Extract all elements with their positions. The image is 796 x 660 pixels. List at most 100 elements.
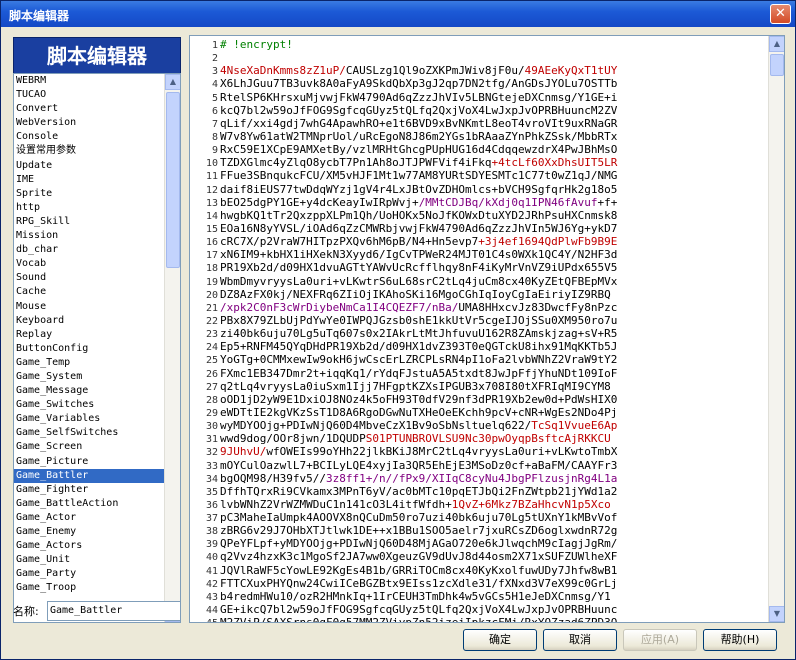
code-line: 7 qLif/xxi4gdj7whG4ApawhRO+e1t6BVD9xBvNKm… [190, 117, 768, 130]
line-number: 24 [205, 342, 218, 354]
code-line: 14 hwgbKQ1tTr2QxzppXLPm1Qh/UoHOKx5NoJfKOW… [190, 209, 768, 222]
script-list-item[interactable]: Game_Picture [14, 455, 164, 469]
code-text: 1QvZ+6Mkz7BZaHhcvN1p5Xco [451, 497, 611, 511]
line-number: 25 [205, 355, 218, 367]
script-list-item[interactable]: Game_Troop [14, 581, 164, 595]
close-button[interactable]: ✕ [770, 4, 791, 24]
script-list-item[interactable]: Convert [14, 102, 164, 116]
code-line: 18 PR19Xb2d/d09HX1dvuAGTtYAWvUcRcfflhqy8n… [190, 261, 768, 274]
app-logo: 脚本编辑器 [13, 37, 181, 75]
script-list-item[interactable]: Cache [14, 285, 164, 299]
apply-button[interactable]: 应用(A) [623, 629, 697, 651]
script-list-item[interactable]: Game_Actor [14, 511, 164, 525]
scroll-down-icon[interactable]: ▼ [769, 606, 784, 622]
script-list-item[interactable]: Game_Variables [14, 412, 164, 426]
code-line: 39 QPeYFLpf+yMDYOOjg+PDIwNjQ60D48MjAGaO72… [190, 537, 768, 550]
script-list-item[interactable]: Sound [14, 271, 164, 285]
line-number: 18 [205, 263, 218, 275]
title-bar[interactable]: 脚本编辑器 ✕ [1, 1, 795, 27]
code-line: 34 bgOQM98/H39fv5//3z8ff1+/n//fPx9/XIIqC8… [190, 472, 768, 485]
script-list-item[interactable]: Mouse [14, 300, 164, 314]
code-text: /xpk2C0nF3cWrDiybeNmCa1I4CQEZF7/nBa/ [220, 300, 459, 314]
script-list-item[interactable]: Console [14, 130, 164, 144]
script-list-items: WEBRM TUCAO Convert WebVersion Console 设置常用参数… [14, 74, 164, 595]
code-text: hwgbKQ1tTr2QxzppXLPm1Qh/UoHOKx5NoJfKOWxD… [220, 208, 618, 222]
code-line: 10 TZDXGlmc4yZlqO8ycbT7Pn1Ah8oJTJPWFVif4i… [190, 156, 768, 169]
code-line: 31 wwd9dog/OOr8jwn/1DQUDPS01PTUNBROVLSU9N… [190, 432, 768, 445]
script-list-item[interactable]: Sprite [14, 187, 164, 201]
script-list-item[interactable]: Mission [14, 229, 164, 243]
script-list[interactable]: WEBRM TUCAO Convert WebVersion Console 设置常用参数… [13, 73, 181, 623]
code-text: S01PTUNBROVLSU9Nc30pwOyqpBsftcAjRKKCU [365, 432, 611, 446]
scroll-thumb[interactable] [166, 92, 180, 268]
line-number: 2 [211, 53, 218, 65]
script-list-item[interactable]: Game_Unit [14, 553, 164, 567]
scroll-thumb[interactable] [770, 54, 784, 76]
code-line: 15 EOa16N8yYVSL/iOAd6qZzCMWRbjvwjFkW4790A… [190, 222, 768, 235]
script-list-item[interactable]: ButtonConfig [14, 342, 164, 356]
script-list-item[interactable]: TUCAO [14, 88, 164, 102]
code-line: 33 mOYCulOazwlL7+BCILyLQE4xyjIa3QR5EhEjE3… [190, 459, 768, 472]
script-list-item[interactable]: 设置常用参数 [14, 144, 164, 158]
script-list-item[interactable]: Game_System [14, 370, 164, 384]
code-line: 4 X6LhJGuu7TB3uvk8A0aFyA9SkdQbXp3gJ2qp7DN… [190, 77, 768, 90]
editor-scrollbar[interactable]: ▲ ▼ [768, 36, 784, 622]
line-number: 37 [205, 513, 218, 525]
script-list-item[interactable]: Game_Actors [14, 539, 164, 553]
code-line: 17 xN6IM9+kbHX1iHXekN3Xyyd6/IgCvTPWeR24MJ… [190, 248, 768, 261]
script-list-item[interactable]: Game_Temp [14, 356, 164, 370]
script-list-item[interactable]: Game_BattleAction [14, 497, 164, 511]
script-list-item[interactable]: Vocab [14, 257, 164, 271]
help-button[interactable]: 帮助(H) [703, 629, 777, 651]
code-text: EOa16N8yYVSL/iOAd6qZzCMWRbjvwjFkW4790Ad6… [220, 221, 618, 235]
script-list-item[interactable]: db_char [14, 243, 164, 257]
code-text: 9JUhvU/ [220, 445, 267, 459]
code-text: kcQ7bl2w59oJfFOG9SgfcqGUyz5tQLfq2QxjVoX4… [220, 103, 618, 117]
scroll-up-icon[interactable]: ▲ [165, 74, 180, 90]
script-list-item[interactable]: Keyboard [14, 314, 164, 328]
script-list-item[interactable]: RPG_Skill [14, 215, 164, 229]
line-number: 20 [205, 289, 218, 301]
code-text: JQVlRaWF5cYowLE92KgEs4B1b/GRRiTOCm8cx40K… [220, 563, 618, 577]
line-number: 43 [205, 591, 218, 603]
code-text: b4redmHWu10/ozR2HMnkIq+1IrCEUH3TmDhk4w5v… [220, 589, 611, 603]
code-text: /MMtCDJBq/kXdj0q1IPN46fAvuf [418, 195, 598, 209]
script-list-item[interactable]: Game_Battler [14, 468, 164, 483]
code-text: DZ8AzFX0kj/NEXFRq6ZIiOjIKAhoSKi16MgoCGhI… [220, 287, 611, 301]
script-list-item[interactable]: Game_Screen [14, 440, 164, 454]
code-text: xN6IM9+kbHX1iHXekN3Xyyd6/IgCvTPWeR24MJT0… [220, 248, 618, 262]
code-text: qLif/xxi4gdj7whG4ApawhRO+e1t6BVD9xBvNKmt… [220, 116, 618, 130]
script-list-item[interactable]: Game_Message [14, 384, 164, 398]
code-line: 43 b4redmHWu10/ozR2HMnkIq+1IrCEUH3TmDhk4w… [190, 590, 768, 603]
script-list-item[interactable]: Game_SelfSwitches [14, 426, 164, 440]
name-input[interactable]: Game_Battler [47, 601, 181, 621]
code-text: M2ZViP/SAXSrns0gF0g57MM2ZViypZn52izeiIpk… [220, 616, 618, 623]
script-list-scrollbar[interactable]: ▲ ▼ [164, 74, 180, 622]
script-list-item[interactable]: WebVersion [14, 116, 164, 130]
line-number: 22 [205, 315, 218, 327]
line-number: 5 [211, 92, 218, 104]
script-list-item[interactable]: Game_Party [14, 567, 164, 581]
cancel-button[interactable]: 取消 [543, 629, 617, 651]
code-text: GE+ikcQ7bl2w59oJfFOG9SgfcqGUyz5tQLfq2Qxj… [220, 603, 618, 617]
ok-button[interactable]: 确定 [463, 629, 537, 651]
script-list-item[interactable]: Game_Fighter [14, 483, 164, 497]
scroll-up-icon[interactable]: ▲ [769, 36, 784, 52]
code-text: +4tcLf60XxDhsUIT5LR [491, 156, 618, 170]
script-list-item[interactable]: Game_Switches [14, 398, 164, 412]
code-line: 36 lvbWNhZ2VrWZMWDuC1n141cO3L4itfWfdh+1Qv… [190, 498, 768, 511]
code-text: YoGTg+0CMMxewIw9okH6jwCscErLZRCPLsRN4pI1… [220, 353, 618, 367]
script-list-item[interactable]: http [14, 201, 164, 215]
code-text: q2tLq4vryysLa0iuSxm1Ijj7HFgptKZXsIPGUB3x… [220, 379, 611, 393]
script-list-item[interactable]: WEBRM [14, 74, 164, 88]
script-list-item[interactable]: Update [14, 159, 164, 173]
script-list-item[interactable]: IME [14, 173, 164, 187]
code-line: 27 q2tLq4vryysLa0iuSxm1Ijj7HFgptKZXsIPGUB… [190, 380, 768, 393]
code-text: 3z8ff1+/n//fPx9/XIIqC8cyNu4JbgPFlzusjnRg… [325, 471, 618, 485]
code-line: 29 eWDTtIE2kgVKzSsT1D8A6RgoDGwNuTXHeOeEKc… [190, 406, 768, 419]
script-list-item[interactable]: Replay [14, 328, 164, 342]
code-text: QPeYFLpf+yMDYOOjg+PDIwNjQ60D48MjAGaO720e… [220, 537, 618, 551]
script-list-item[interactable]: Game_Enemy [14, 525, 164, 539]
code-editor[interactable]: 1 # !encrypt! 2 3 4NseXaDnKmms8zZ1uP/CAUSLzg… [189, 35, 785, 623]
code-line: 21/xpk2C0nF3cWrDiybeNmCa1I4CQEZF7/nBa/UM… [190, 301, 768, 314]
